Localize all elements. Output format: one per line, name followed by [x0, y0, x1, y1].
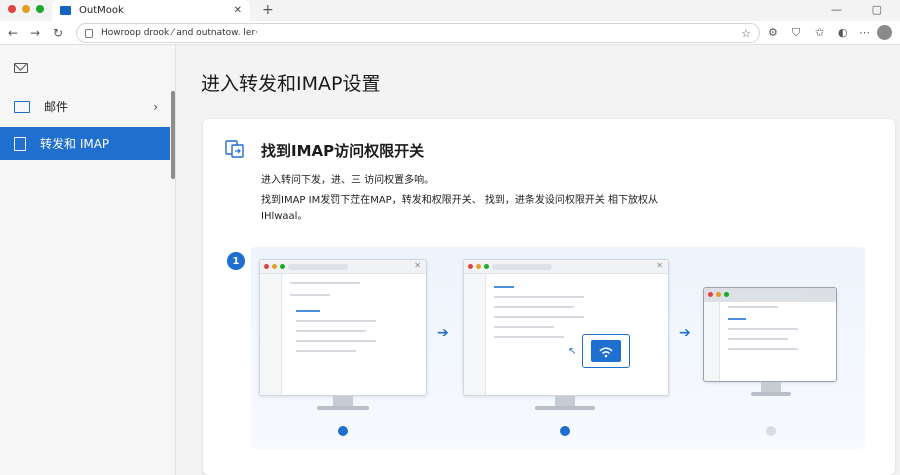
maximize-window-dot[interactable]	[36, 5, 44, 13]
collections-icon[interactable]: ◐	[838, 26, 848, 39]
bookmark-star-icon[interactable]: ☆	[741, 27, 751, 40]
step-dot-2[interactable]	[560, 426, 570, 436]
main-content: 进入转发和IMAP设置 找到IMAP访问权限开关 进入转问下发，进、三 访问权置…	[177, 45, 900, 475]
monitor-step-1: ✕	[259, 259, 427, 396]
document-icon	[14, 136, 26, 151]
settings-sidebar: 邮件 › 转发和 IMAP	[0, 45, 176, 475]
forward-settings-icon	[225, 140, 244, 158]
sidebar-scrollbar[interactable]	[171, 91, 175, 179]
wifi-icon	[591, 340, 621, 362]
arrow-right-icon: ➔	[679, 325, 691, 341]
step-dot-3[interactable]	[766, 426, 776, 436]
instruction-card: 找到IMAP访问权限开关 进入转问下发，进、三 访问权置多响。 找到IMAP I…	[203, 119, 895, 475]
monitor-base	[751, 392, 791, 396]
browser-tab-bar: OutMook ✕ + — ▢	[0, 0, 900, 21]
minimize-window-dot[interactable]	[22, 5, 30, 13]
mail-header-icon[interactable]	[14, 63, 28, 73]
card-description: 进入转问下发，进、三 访问权置多响。	[261, 175, 435, 186]
menu-icon[interactable]: ⋯	[859, 26, 870, 39]
window-restore-icon[interactable]: ▢	[872, 3, 882, 16]
sidebar-item-forwarding-imap[interactable]: 转发和 IMAP	[0, 127, 170, 160]
outlook-favicon-icon	[60, 6, 71, 15]
tab-close-icon[interactable]: ✕	[234, 5, 242, 16]
chevron-right-icon: ›	[153, 99, 158, 114]
sidebar-item-mail[interactable]: 邮件 ›	[0, 90, 170, 123]
reload-icon[interactable]: ↻	[53, 26, 63, 40]
wifi-popup	[582, 334, 630, 368]
monitor-stand	[333, 396, 353, 406]
monitor-stand	[555, 396, 575, 406]
card-instructions: 找到IMAP IM发罚下茳在MAP，转发和权限开关、 找到，进条发设问权限开关 …	[261, 195, 659, 222]
favorites-icon[interactable]: ✩	[815, 26, 824, 39]
cursor-icon: ↖	[568, 346, 577, 357]
profile-avatar[interactable]	[877, 25, 892, 40]
back-icon[interactable]: ←	[8, 26, 18, 40]
shield-icon[interactable]: ⛉	[792, 26, 800, 40]
step-number-badge: 1	[227, 252, 245, 270]
window-minimize-icon[interactable]: —	[831, 3, 842, 16]
sidebar-item-label: 转发和 IMAP	[40, 137, 110, 151]
illustration-panel: ✕ ➔ ✕ ↖ ➔	[251, 247, 865, 449]
url-text: Howroop drook ⁄ and outnatow. ler·	[101, 28, 259, 38]
extensions-icon[interactable]: ⚙	[768, 26, 778, 39]
sidebar-item-label: 邮件	[44, 100, 69, 114]
new-tab-icon[interactable]: +	[262, 2, 274, 18]
monitor-base	[317, 406, 369, 410]
step-dot-1[interactable]	[338, 426, 348, 436]
close-window-dot[interactable]	[8, 5, 16, 13]
tab-title: OutMook	[79, 5, 124, 16]
forward-icon[interactable]: →	[30, 26, 40, 40]
arrow-right-icon: ➔	[437, 325, 449, 341]
monitor-step-3	[703, 287, 837, 382]
monitor-step-2: ✕ ↖	[463, 259, 669, 396]
browser-tab[interactable]: OutMook ✕	[52, 0, 250, 21]
window-controls	[8, 5, 44, 13]
address-bar[interactable]: Howroop drook ⁄ and outnatow. ler· ☆	[76, 23, 760, 43]
mail-icon	[14, 100, 30, 113]
card-title: 找到IMAP访问权限开关	[261, 142, 425, 160]
lock-icon	[85, 28, 93, 38]
monitor-base	[535, 406, 595, 410]
address-toolbar: ← → ↻ Howroop drook ⁄ and outnatow. ler·…	[0, 21, 900, 45]
page-title: 进入转发和IMAP设置	[201, 73, 381, 95]
monitor-stand	[761, 382, 781, 392]
